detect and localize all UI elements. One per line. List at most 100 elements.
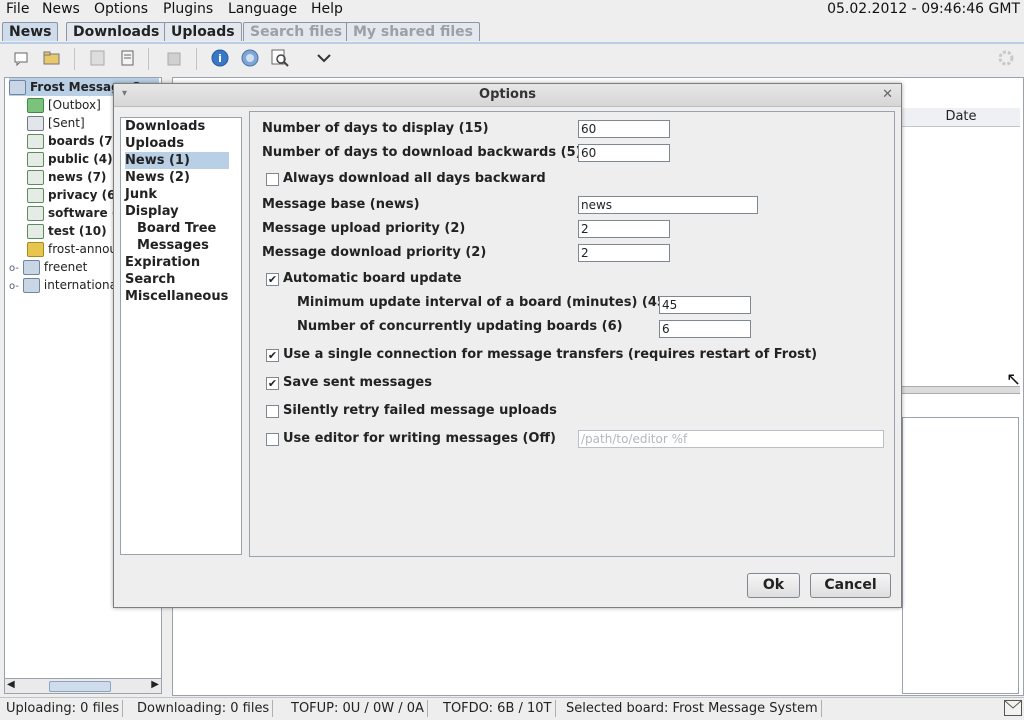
menu-language[interactable]: Language [228,1,297,17]
upload-priority-field[interactable]: 2 [578,220,670,238]
trash-icon[interactable] [164,49,184,67]
category-messages[interactable]: Messages [137,237,209,254]
use-editor-checkbox[interactable] [266,433,279,446]
expand-icon[interactable]: o- [9,263,19,274]
tab-downloads[interactable]: Downloads [66,22,167,41]
auto-update-checkbox[interactable]: ✔ [266,273,279,286]
concurrent-boards-field[interactable]: 6 [659,320,751,338]
tree-item-sent[interactable]: [Sent] [27,114,85,132]
menu-file[interactable]: File [6,1,29,17]
status-downloading: Downloading: 0 files [134,700,274,717]
menu-news[interactable]: News [42,1,80,17]
category-news-2[interactable]: News (2) [125,169,190,186]
download-priority-field[interactable]: 2 [578,244,670,262]
tree-item-boards[interactable]: boards (7) [27,132,118,150]
tab-bar: News Downloads Uploads Search files My s… [0,20,1024,43]
tree-item-label: freenet [43,260,88,274]
upload-priority-label: Message upload priority (2) [262,221,466,236]
clock: 05.02.2012 - 09:46:46 GMT [827,1,1020,17]
tree-item-test[interactable]: test (10) [27,222,107,240]
status-tofdo: TOFDO: 6B / 10T [440,700,556,717]
board-icon [27,188,44,203]
tree-item-label: test (10) [48,224,107,238]
scroll-right-icon[interactable]: ▶ [151,679,159,690]
magnifier-icon[interactable] [270,49,290,67]
category-miscellaneous[interactable]: Miscellaneous [125,288,228,305]
folder-icon [22,260,40,275]
days-download-field[interactable]: 60 [578,144,670,162]
board-icon [27,170,44,185]
globe-icon[interactable] [240,49,260,67]
category-news-1[interactable]: News (1) [125,152,229,169]
tree-item-label: frost-annou [48,242,118,256]
tree-item-freenet[interactable]: o-freenet [9,258,87,276]
tab-search-files[interactable]: Search files [243,22,350,41]
category-expiration[interactable]: Expiration [125,254,200,271]
days-download-label: Number of days to download backwards (5) [262,145,582,160]
tree-item-international[interactable]: o-internationa [9,276,117,294]
window-menu-icon[interactable]: ▾ [122,88,127,99]
tree-item-frost-announce[interactable]: frost-annou [27,240,117,258]
save-sent-label: Save sent messages [283,375,432,390]
folder-icon [9,80,26,95]
spinner-icon [996,49,1016,67]
close-icon[interactable]: ✕ [882,87,893,102]
board-icon [27,134,44,149]
message-preview-pane [902,417,1019,694]
retry-uploads-checkbox[interactable] [266,405,279,418]
category-board-tree[interactable]: Board Tree [137,220,216,237]
tree-item-label: internationa [43,278,117,292]
use-editor-label: Use editor for writing messages (Off) [283,431,556,446]
lock-icon [27,242,44,257]
tree-item-outbox[interactable]: [Outbox] [27,96,101,114]
tab-my-shared-files[interactable]: My shared files [346,22,480,41]
menu-plugins[interactable]: Plugins [163,1,213,17]
min-interval-field[interactable]: 45 [659,296,751,314]
tree-item-software[interactable]: software ( [27,204,117,222]
tree-item-label: [Outbox] [48,98,101,112]
tree-item-public[interactable]: public (4) [27,150,113,168]
single-connection-label: Use a single connection for message tran… [283,347,818,362]
message-base-field[interactable]: news [578,196,758,214]
scrollbar-thumb[interactable] [49,681,111,692]
menu-help[interactable]: Help [311,1,343,17]
category-junk[interactable]: Junk [125,186,157,203]
tree-item-news[interactable]: news (7) [27,168,106,186]
split-pane-divider[interactable] [902,386,1020,394]
info-icon[interactable]: i [210,49,230,67]
chevron-down-icon[interactable] [314,49,334,67]
options-category-list: Downloads Uploads News (1) News (2) Junk… [120,117,242,555]
auto-update-label: Automatic board update [283,271,462,286]
date-column-header[interactable]: Date [902,108,1020,127]
category-downloads[interactable]: Downloads [125,118,205,135]
tab-news[interactable]: News [2,22,59,41]
cancel-button[interactable]: Cancel [810,573,891,598]
category-search[interactable]: Search [125,271,175,288]
toolbar-separator [74,48,75,70]
search-board-icon[interactable] [88,49,108,67]
tab-uploads[interactable]: Uploads [164,22,242,41]
message-file-icon[interactable] [118,49,138,67]
news-settings-panel: Number of days to display (15) 60 Number… [249,111,895,557]
board-icon [27,206,44,221]
toolbar-separator [148,48,149,70]
svg-text:i: i [218,52,222,65]
always-download-checkbox[interactable] [266,173,279,186]
menu-options[interactable]: Options [94,1,148,17]
expand-icon[interactable]: o- [9,281,19,292]
tree-horizontal-scrollbar[interactable]: ◀ ▶ [4,678,162,694]
scroll-left-icon[interactable]: ◀ [7,679,15,690]
open-folder-icon[interactable] [42,49,62,67]
mail-icon[interactable] [1004,700,1022,716]
single-connection-checkbox[interactable]: ✔ [266,349,279,362]
days-display-field[interactable]: 60 [578,120,670,138]
dialog-title: Options [114,84,901,107]
tree-item-privacy[interactable]: privacy (6) [27,186,121,204]
editor-path-field[interactable]: /path/to/editor %f [578,430,884,448]
tree-item-label: boards (7) [48,134,119,148]
category-uploads[interactable]: Uploads [125,135,184,152]
new-message-icon[interactable] [12,49,32,67]
ok-button[interactable]: Ok [747,573,800,598]
category-display[interactable]: Display [125,203,179,220]
save-sent-checkbox[interactable]: ✔ [266,377,279,390]
